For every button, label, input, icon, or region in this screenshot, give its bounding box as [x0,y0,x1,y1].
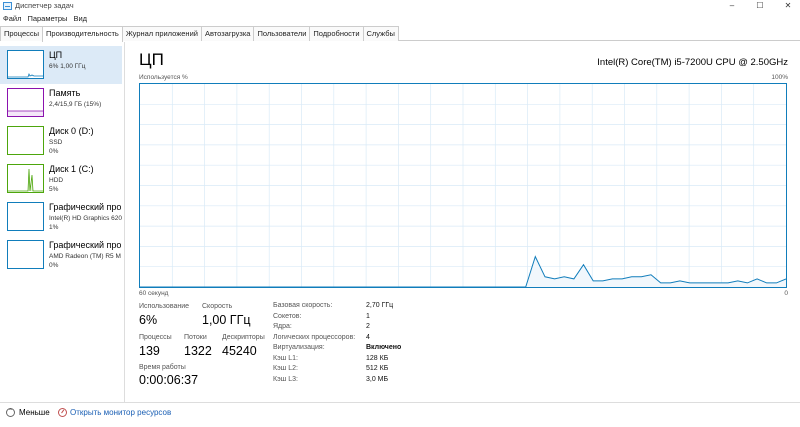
sidebar-item-type: SSD [49,139,63,146]
max-percent-label: 100% [771,74,788,81]
memory-mini-graph [7,88,44,117]
sidebar-item-model: Intel(R) HD Graphics 620 [49,215,122,222]
handles-label: Дескрипторы [222,334,265,341]
cpu-graph-svg [140,84,786,287]
tab-details[interactable]: Подробности [309,26,364,41]
uptime-value: 0:00:06:37 [139,373,199,387]
sidebar-item-label: Графический про [49,202,122,212]
speed-label: Скорость [202,303,233,310]
sidebar-item-label: ЦП [49,50,63,60]
maximize-button[interactable]: ☐ [750,0,770,12]
menu-bar: Файл Параметры Вид [0,13,90,25]
sidebar-item-detail: 0% [49,148,59,155]
menu-options[interactable]: Параметры [24,13,70,25]
cpu-mini-graph [7,50,44,79]
disk-1-mini-graph-line [8,168,43,192]
title-bar: Диспетчер задач – ☐ ✕ [0,0,800,12]
page-title: ЦП [139,50,164,69]
resource-monitor-icon [58,408,67,417]
sidebar-item-disk-0[interactable]: Диск 0 (D:) SSD 0% [0,122,122,160]
sidebar-item-cpu[interactable]: ЦП 6% 1,00 ГГц [0,46,122,84]
tab-startup[interactable]: Автозагрузка [200,26,255,41]
cpu-utilization-graph [139,83,787,288]
tab-users[interactable]: Пользователи [253,26,311,41]
sidebar-item-label: Графический про [49,240,122,250]
menu-file[interactable]: Файл [0,13,24,25]
sidebar-item-memory[interactable]: Память 2,4/15,9 ГБ (15%) [0,84,122,122]
uptime-label: Время работы [139,364,186,371]
sidebar-item-detail: 1% [49,224,59,231]
task-manager-icon [3,2,12,10]
threads-value: 1322 [184,344,212,358]
utilization-value: 6% [139,313,158,327]
sidebar-item-detail: 0% [49,262,59,269]
tab-services[interactable]: Службы [362,26,399,41]
utilization-label: Использование [139,303,190,310]
sidebar-item-detail: 5% [49,186,59,193]
tab-app-history[interactable]: Журнал приложений [121,26,202,41]
footer: ⌃ Меньше Открыть монитор ресурсов [0,402,800,427]
sidebar-item-detail: 2,4/15,9 ГБ (15%) [49,101,102,108]
gpu-0-mini-graph [7,202,44,231]
speed-value: 1,00 ГГц [202,313,251,327]
minimize-button[interactable]: – [722,0,742,12]
fewer-details-button[interactable]: Меньше [19,408,50,417]
tab-processes[interactable]: Процессы [0,26,44,41]
sidebar-item-label: Память [49,88,81,98]
sidebar-item-type: HDD [49,177,64,184]
gpu-1-mini-graph [7,240,44,269]
sidebar-item-detail: 6% 1,00 ГГц [49,63,86,70]
sidebar-item-label: Диск 1 (C:) [49,164,94,174]
time-axis-label: 60 секунд [139,290,169,297]
menu-view[interactable]: Вид [70,13,90,25]
processes-value: 139 [139,344,160,358]
sidebar-item-gpu-1[interactable]: Графический про AMD Radeon (TM) R5 M 0% [0,236,122,274]
cpu-model: Intel(R) Core(TM) i5-7200U CPU @ 2.50GHz [597,57,788,68]
utilization-axis-label: Используется % [139,74,188,81]
sidebar: ЦП 6% 1,00 ГГц Память 2,4/15,9 ГБ (15%) … [0,42,125,402]
processes-label: Процессы [139,334,172,341]
close-button[interactable]: ✕ [778,0,798,12]
memory-mini-graph-fill [8,110,43,116]
tab-bar: Процессы Производительность Журнал прило… [0,26,800,42]
sidebar-item-disk-1[interactable]: Диск 1 (C:) HDD 5% [0,160,122,198]
tab-performance[interactable]: Производительность [42,26,123,42]
cpu-mini-graph-line [8,72,43,78]
disk-1-mini-graph [7,164,44,193]
zero-label: 0 [784,290,788,297]
disk-0-mini-graph [7,126,44,155]
sidebar-item-model: AMD Radeon (TM) R5 M [49,253,121,260]
sidebar-item-label: Диск 0 (D:) [49,126,94,136]
open-resource-monitor-link[interactable]: Открыть монитор ресурсов [70,408,171,417]
chevron-up-icon[interactable]: ⌃ [6,408,15,417]
sidebar-item-gpu-0[interactable]: Графический про Intel(R) HD Graphics 620… [0,198,122,236]
handles-value: 45240 [222,344,257,358]
window-title: Диспетчер задач [15,1,74,10]
threads-label: Потоки [184,334,207,341]
main-panel: ЦП Intel(R) Core(TM) i5-7200U CPU @ 2.50… [139,50,788,387]
